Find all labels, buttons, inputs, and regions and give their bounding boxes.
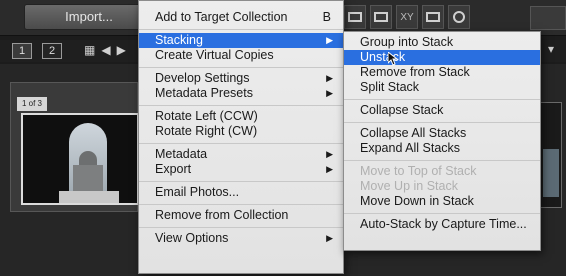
submenu-arrow-icon: ▶ [326, 149, 333, 159]
stack-count-badge[interactable]: 1 of 3 [17, 97, 47, 111]
menu-item-move-up-in-stack: Move Up in Stack [360, 179, 458, 193]
ground-shape [59, 191, 119, 203]
toolbar-right-strip [530, 6, 566, 30]
menu-separator [344, 122, 540, 123]
menu-item-collapse-stack[interactable]: Collapse Stack [344, 103, 540, 118]
menu-item-metadata[interactable]: Metadata ▶ [139, 147, 343, 162]
nav-icons: ▦ ◀ ▶ [84, 43, 126, 57]
menu-item-metadata-presets[interactable]: Metadata Presets ▶ [139, 86, 343, 101]
menu-item-export[interactable]: Export ▶ [139, 162, 343, 177]
menu-separator [344, 213, 540, 214]
grid-view-icon[interactable] [344, 5, 366, 29]
back-arrow-icon[interactable]: ◀ [101, 43, 110, 57]
stacking-submenu: Group into Stack Unstack Remove from Sta… [343, 31, 541, 251]
menu-separator [139, 143, 343, 144]
menu-item-email-photos[interactable]: Email Photos... [139, 185, 343, 200]
filter-icon[interactable]: ▾ [548, 42, 554, 56]
menu-item-develop-settings[interactable]: Develop Settings ▶ [139, 71, 343, 86]
people-view-icon[interactable] [448, 5, 470, 29]
menu-item-expand-all-stacks[interactable]: Expand All Stacks [344, 141, 540, 156]
secondary-window-button[interactable]: 2 [42, 43, 62, 59]
menu-separator [139, 181, 343, 182]
menu-item-move-to-top-of-stack: Move to Top of Stack [360, 164, 477, 178]
grid-icon[interactable]: ▦ [84, 43, 95, 57]
submenu-arrow-icon: ▶ [326, 35, 333, 45]
menu-item-view-options[interactable]: View Options ▶ [139, 231, 343, 246]
menu-separator [139, 105, 343, 106]
import-button[interactable]: Import... [24, 4, 154, 30]
menu-item-move-down-in-stack[interactable]: Move Down in Stack [344, 194, 540, 209]
submenu-arrow-icon: ▶ [326, 73, 333, 83]
menu-item-remove-from-collection[interactable]: Remove from Collection [139, 208, 343, 223]
menu-separator [139, 29, 343, 30]
building-shape [73, 165, 103, 191]
menu-separator [344, 99, 540, 100]
menu-item-stacking[interactable]: Stacking ▶ [139, 33, 343, 48]
survey-view-icon[interactable] [422, 5, 444, 29]
submenu-arrow-icon: ▶ [326, 164, 333, 174]
adjacent-photo-thumbnail[interactable] [540, 102, 562, 208]
menu-item-rotate-left[interactable]: Rotate Left (CCW) [139, 109, 343, 124]
menu-separator [139, 227, 343, 228]
forward-arrow-icon[interactable]: ▶ [117, 43, 126, 57]
menu-item-rotate-right[interactable]: Rotate Right (CW) [139, 124, 343, 139]
menu-item-unstack[interactable]: Unstack [344, 50, 540, 65]
submenu-arrow-icon: ▶ [326, 233, 333, 243]
dome-shape [79, 151, 97, 165]
loupe-view-icon[interactable] [370, 5, 392, 29]
view-mode-icons: XY [344, 5, 470, 31]
submenu-arrow-icon: ▶ [326, 88, 333, 98]
shortcut-label: B [322, 10, 331, 24]
photo-thumbnail[interactable] [21, 113, 139, 205]
menu-separator [139, 204, 343, 205]
menu-separator [344, 160, 540, 161]
menu-separator [139, 67, 343, 68]
menu-item-split-stack[interactable]: Split Stack [344, 80, 540, 95]
menu-item-add-to-target-collection[interactable]: Add to Target Collection B [139, 10, 343, 25]
mouse-pointer-icon [388, 52, 398, 66]
primary-window-button[interactable]: 1 [12, 43, 32, 59]
menu-item-group-into-stack[interactable]: Group into Stack [344, 35, 540, 50]
menu-item-remove-from-stack[interactable]: Remove from Stack [344, 65, 540, 80]
menu-item-create-virtual-copies[interactable]: Create Virtual Copies [139, 48, 343, 63]
menu-item-collapse-all-stacks[interactable]: Collapse All Stacks [344, 126, 540, 141]
grid-cell[interactable]: 1 of 3 [10, 82, 139, 212]
compare-view-icon[interactable]: XY [396, 5, 418, 29]
menu-item-auto-stack-by-capture-time[interactable]: Auto-Stack by Capture Time... [344, 217, 540, 232]
photo-context-menu: Add to Target Collection B Stacking ▶ Cr… [138, 0, 344, 274]
